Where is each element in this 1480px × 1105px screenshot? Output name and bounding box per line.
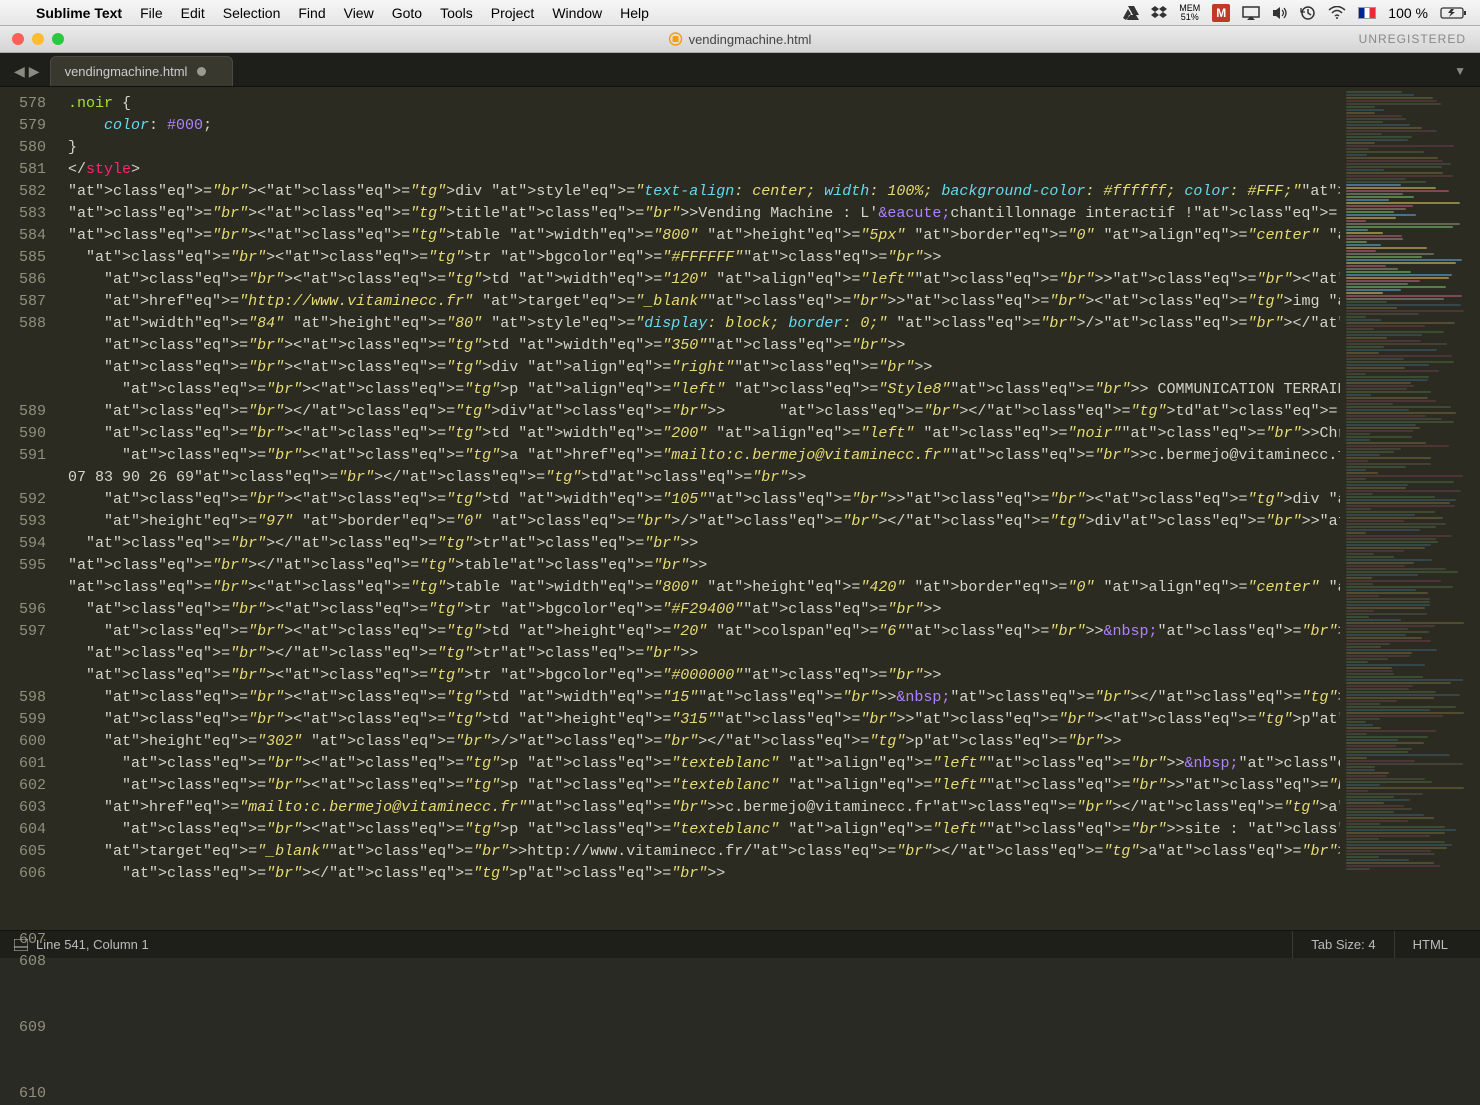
line-number-gutter[interactable]: 578579580581582583584585586587588 589590… xyxy=(0,87,60,930)
tab-bar: ◀ ▶ vendingmachine.html ▼ xyxy=(0,53,1480,87)
menu-tools[interactable]: Tools xyxy=(440,5,473,21)
tab-label: vendingmachine.html xyxy=(65,64,188,79)
menu-selection[interactable]: Selection xyxy=(223,5,281,21)
app-name[interactable]: Sublime Text xyxy=(36,5,122,21)
unregistered-label: UNREGISTERED xyxy=(1359,32,1466,46)
editor-area: 578579580581582583584585586587588 589590… xyxy=(0,87,1480,930)
dropbox-icon[interactable] xyxy=(1151,6,1167,20)
battery-icon[interactable] xyxy=(1440,6,1468,20)
menu-view[interactable]: View xyxy=(344,5,374,21)
nav-back-button[interactable]: ◀ xyxy=(14,63,25,80)
menu-window[interactable]: Window xyxy=(552,5,602,21)
menu-file[interactable]: File xyxy=(140,5,163,21)
tab-size-selector[interactable]: Tab Size: 4 xyxy=(1292,931,1393,958)
syntax-selector[interactable]: HTML xyxy=(1394,931,1466,958)
file-icon xyxy=(669,32,683,46)
zoom-window-button[interactable] xyxy=(52,33,64,45)
minimize-window-button[interactable] xyxy=(32,33,44,45)
window-title: vendingmachine.html xyxy=(669,32,812,47)
macos-menubar: Sublime Text File Edit Selection Find Vi… xyxy=(0,0,1480,26)
status-bar: Line 541, Column 1 Tab Size: 4 HTML xyxy=(0,930,1480,958)
battery-percentage[interactable]: 100 % xyxy=(1388,5,1428,21)
memory-status[interactable]: MEM 51% xyxy=(1179,4,1200,22)
volume-icon[interactable] xyxy=(1272,6,1288,20)
gdrive-icon[interactable] xyxy=(1123,6,1139,20)
panel-toggle-icon[interactable] xyxy=(14,939,28,951)
nav-forward-button[interactable]: ▶ xyxy=(29,63,40,80)
menu-edit[interactable]: Edit xyxy=(181,5,205,21)
traffic-lights xyxy=(0,33,64,45)
tab-overflow-button[interactable]: ▼ xyxy=(1454,64,1480,86)
menu-help[interactable]: Help xyxy=(620,5,649,21)
dirty-indicator-icon xyxy=(197,67,206,76)
airplay-icon[interactable] xyxy=(1242,6,1260,20)
m-badge-icon[interactable]: M xyxy=(1212,4,1230,22)
file-tab[interactable]: vendingmachine.html xyxy=(50,56,234,86)
minimap[interactable] xyxy=(1340,87,1480,930)
wifi-icon[interactable] xyxy=(1328,6,1346,19)
code-editor[interactable]: .noir { color: #000;}</style>"at">class"… xyxy=(60,87,1340,930)
timemachine-icon[interactable] xyxy=(1300,5,1316,21)
menu-project[interactable]: Project xyxy=(491,5,535,21)
close-window-button[interactable] xyxy=(12,33,24,45)
cursor-position: Line 541, Column 1 xyxy=(36,937,149,952)
menu-find[interactable]: Find xyxy=(298,5,325,21)
menu-goto[interactable]: Goto xyxy=(392,5,422,21)
window-titlebar: vendingmachine.html UNREGISTERED xyxy=(0,26,1480,53)
input-language-flag-icon[interactable] xyxy=(1358,7,1376,19)
